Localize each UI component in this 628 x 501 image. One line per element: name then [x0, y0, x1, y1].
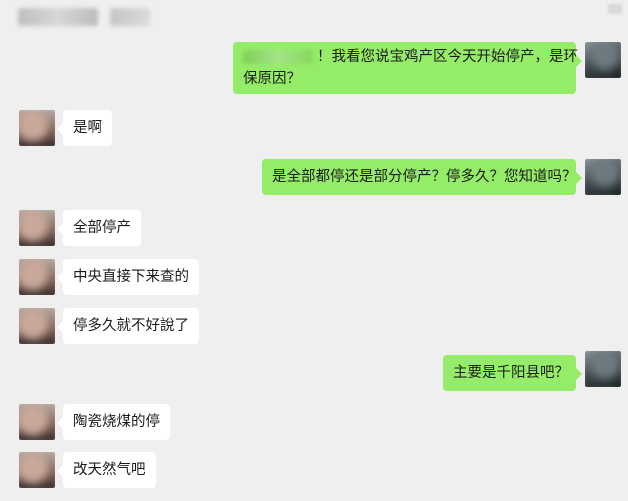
avatar[interactable] — [19, 404, 55, 440]
message-text: 中央直接下来查的 — [73, 269, 189, 285]
avatar[interactable] — [19, 452, 55, 488]
mentioned-name-redacted — [243, 50, 313, 64]
avatar[interactable] — [19, 210, 55, 246]
message-bubble[interactable]: 陶瓷烧煤的停 — [57, 404, 170, 440]
avatar[interactable] — [585, 159, 621, 195]
message-bubble[interactable]: 是全部都停还是部分停产？停多久？您知道吗？ — [262, 159, 582, 195]
message-text-line2: 保原因？ — [243, 71, 301, 87]
message-bubble[interactable]: 停多久就不好說了 — [57, 308, 199, 344]
avatar[interactable] — [585, 42, 621, 78]
message-text: 是啊 — [73, 120, 102, 136]
message-line: ！我看您说宝鸡产区今天开始停产，是环 — [243, 46, 578, 68]
avatar[interactable] — [585, 351, 621, 387]
message-text: 主要是千阳县吧？ — [453, 365, 569, 381]
message-bubble[interactable]: 主要是千阳县吧？ — [443, 355, 582, 391]
message-text: 停多久就不好說了 — [73, 318, 189, 334]
chat-title-redacted — [18, 8, 98, 26]
message-bubble[interactable]: 改天然气吧 — [57, 452, 156, 488]
avatar[interactable] — [19, 259, 55, 295]
chat-header — [0, 0, 628, 36]
message-bubble[interactable]: 是啊 — [57, 110, 112, 146]
message-bubble[interactable]: 全部停产 — [57, 210, 141, 246]
message-bubble[interactable]: 中央直接下来查的 — [57, 259, 199, 295]
message-text: 改天然气吧 — [73, 462, 146, 478]
message-text: 是全部都停还是部分停产？停多久？您知道吗？ — [272, 169, 577, 185]
message-text-line1: ！我看您说宝鸡产区今天开始停产，是环 — [317, 49, 578, 65]
avatar[interactable] — [19, 110, 55, 146]
avatar[interactable] — [19, 308, 55, 344]
message-bubble[interactable]: ！我看您说宝鸡产区今天开始停产，是环 保原因？ — [233, 42, 582, 94]
message-text: 全部停产 — [73, 220, 131, 236]
header-corner-redacted — [608, 4, 622, 14]
message-text: 陶瓷烧煤的停 — [73, 414, 160, 430]
chat-subtitle-redacted — [110, 8, 150, 26]
